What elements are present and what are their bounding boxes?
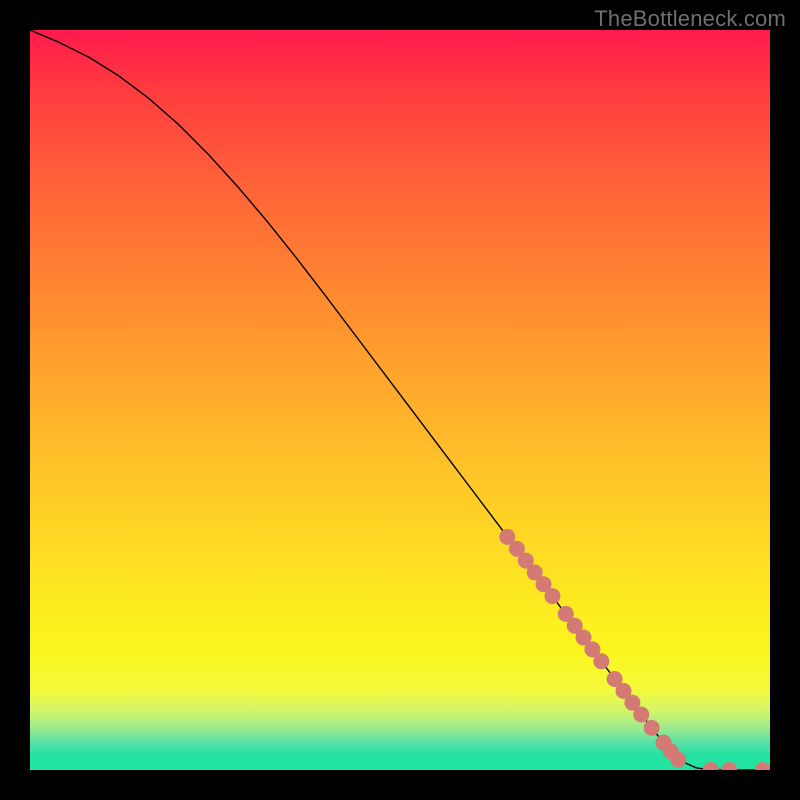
- watermark-text: TheBottleneck.com: [594, 6, 786, 32]
- highlight-dot: [644, 720, 660, 736]
- highlight-dot: [703, 762, 719, 770]
- curve-path: [30, 30, 770, 770]
- highlight-dot: [755, 762, 770, 770]
- chart-svg: [30, 30, 770, 770]
- highlight-dot: [670, 752, 686, 768]
- highlight-dot: [593, 653, 609, 669]
- chart-plot-area: [30, 30, 770, 770]
- highlight-dot: [721, 762, 737, 770]
- chart-frame: TheBottleneck.com: [0, 0, 800, 800]
- highlight-dot: [544, 588, 560, 604]
- highlight-dot: [633, 707, 649, 723]
